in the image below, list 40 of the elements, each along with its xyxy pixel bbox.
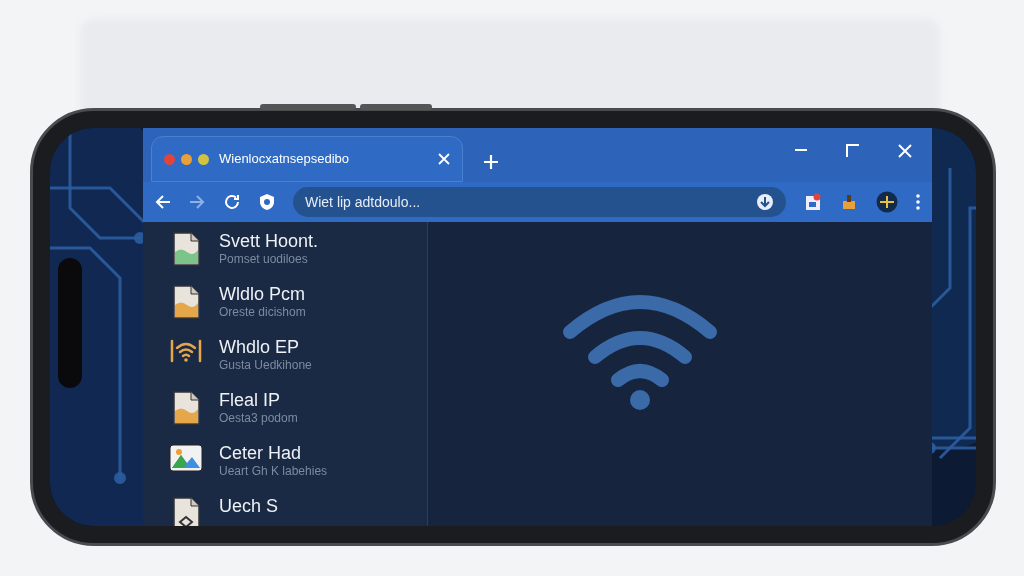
- document-icon: [172, 232, 200, 266]
- address-input[interactable]: Wiet lip adtdoulo...: [305, 191, 756, 213]
- new-tab-icon[interactable]: [483, 154, 499, 170]
- file-name: Svett Hoont.: [219, 230, 319, 252]
- extension-icon[interactable]: [840, 193, 858, 211]
- document-icon: [172, 285, 200, 319]
- file-name: Whdlo EP: [219, 336, 301, 358]
- shield-icon[interactable]: [259, 193, 275, 211]
- file-item[interactable]: Uech S: [169, 495, 427, 526]
- wifi-icon: [560, 292, 720, 412]
- wifi-icon: [170, 338, 202, 364]
- back-icon[interactable]: [155, 194, 171, 210]
- maximize-icon[interactable]: [846, 144, 860, 158]
- close-icon[interactable]: [438, 153, 450, 165]
- file-name: Uech S: [219, 495, 279, 517]
- file-item[interactable]: Whdlo EP Gusta Uedkihone: [169, 336, 427, 374]
- extension-icon[interactable]: [804, 193, 822, 211]
- file-item[interactable]: Ceter Had Ueart Gh K labehies: [169, 442, 427, 480]
- file-item[interactable]: Wldlo Pcm Oreste dicishom: [169, 283, 427, 321]
- file-detail: Ueart Gh K labehies: [219, 464, 328, 478]
- profile-icon[interactable]: [876, 191, 898, 213]
- address-bar[interactable]: Wiet lip adtdoulo...: [293, 187, 786, 217]
- file-detail: Oesta3 podom: [219, 411, 298, 425]
- file-name: Ceter Had: [219, 442, 303, 464]
- file-name: Wldlo Pcm: [219, 283, 306, 305]
- file-name: Fleal IP: [219, 389, 282, 411]
- reload-icon[interactable]: [223, 193, 241, 211]
- file-detail: Gusta Uedkihone: [219, 358, 312, 372]
- image-icon: [169, 444, 203, 472]
- document-icon: [172, 391, 200, 425]
- file-item[interactable]: Svett Hoont. Pomset uodiloes: [169, 230, 427, 268]
- close-icon[interactable]: [898, 144, 912, 158]
- tab-title: Wienlocxatnsepsedibo: [219, 150, 351, 169]
- file-item[interactable]: Fleal IP Oesta3 podom: [169, 389, 427, 427]
- file-detail: Oreste dicishom: [219, 305, 306, 319]
- document-icon: [172, 497, 200, 526]
- download-icon[interactable]: [756, 193, 774, 211]
- browser-tab[interactable]: Wienlocxatnsepsedibo: [151, 136, 463, 182]
- menu-icon[interactable]: [916, 194, 920, 210]
- file-detail: Pomset uodiloes: [219, 252, 309, 266]
